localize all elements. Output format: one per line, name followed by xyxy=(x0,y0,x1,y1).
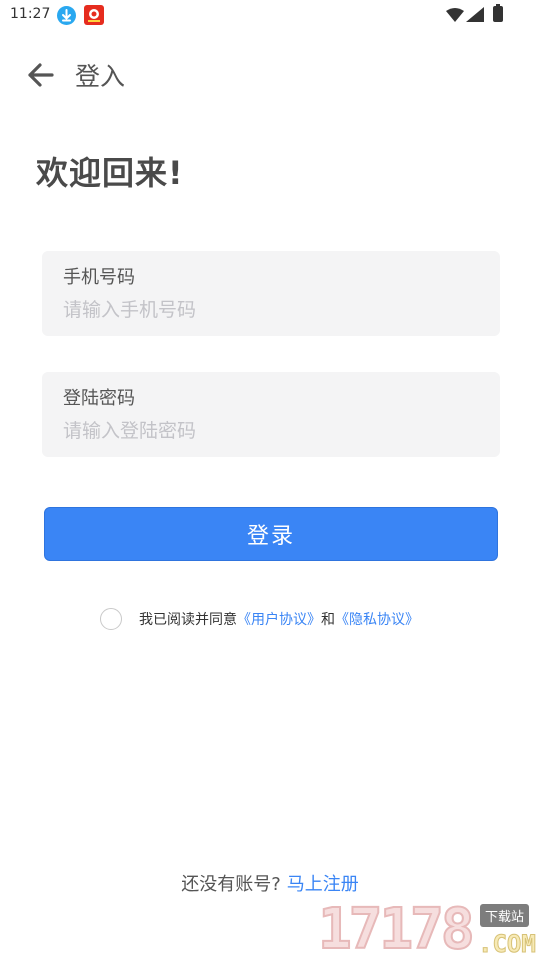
back-arrow-icon xyxy=(28,63,54,87)
download-icon xyxy=(57,6,76,25)
password-input[interactable] xyxy=(63,416,483,446)
watermark-domain: .COM xyxy=(478,930,537,959)
page-title: 登入 xyxy=(75,62,126,91)
login-button[interactable]: 登录 xyxy=(44,507,498,561)
privacy-policy-link[interactable]: 《隐私协议》 xyxy=(335,609,419,629)
back-button[interactable] xyxy=(24,58,58,92)
no-account-text: 还没有账号? xyxy=(181,874,281,895)
password-field[interactable]: 登陆密码 xyxy=(42,372,500,457)
register-link[interactable]: 马上注册 xyxy=(287,874,359,895)
status-bar: 11:27 xyxy=(0,0,540,32)
signal-icon xyxy=(466,7,484,26)
status-time: 11:27 xyxy=(10,6,51,22)
watermark-tag: 下载站 xyxy=(480,904,530,927)
phone-label: 手机号码 xyxy=(63,267,135,288)
watermark-logo: 17178 下载站 .COM xyxy=(317,897,540,962)
app-icon xyxy=(84,5,104,25)
phone-input[interactable] xyxy=(63,295,483,325)
password-label: 登陆密码 xyxy=(63,388,135,409)
battery-icon xyxy=(493,4,503,22)
phone-field[interactable]: 手机号码 xyxy=(42,251,500,336)
footer: 还没有账号? 马上注册 xyxy=(0,870,540,896)
agreement-row: 我已阅读并同意 《用户协议》 和 《隐私协议》 xyxy=(100,606,419,632)
agree-checkbox[interactable] xyxy=(100,608,122,630)
agreement-and: 和 xyxy=(321,612,335,628)
agreement-text: 我已阅读并同意 xyxy=(139,612,237,628)
user-agreement-link[interactable]: 《用户协议》 xyxy=(237,609,321,629)
watermark-digits: 17178 xyxy=(317,897,476,962)
wifi-icon xyxy=(446,7,464,26)
welcome-heading: 欢迎回来! xyxy=(36,154,184,192)
